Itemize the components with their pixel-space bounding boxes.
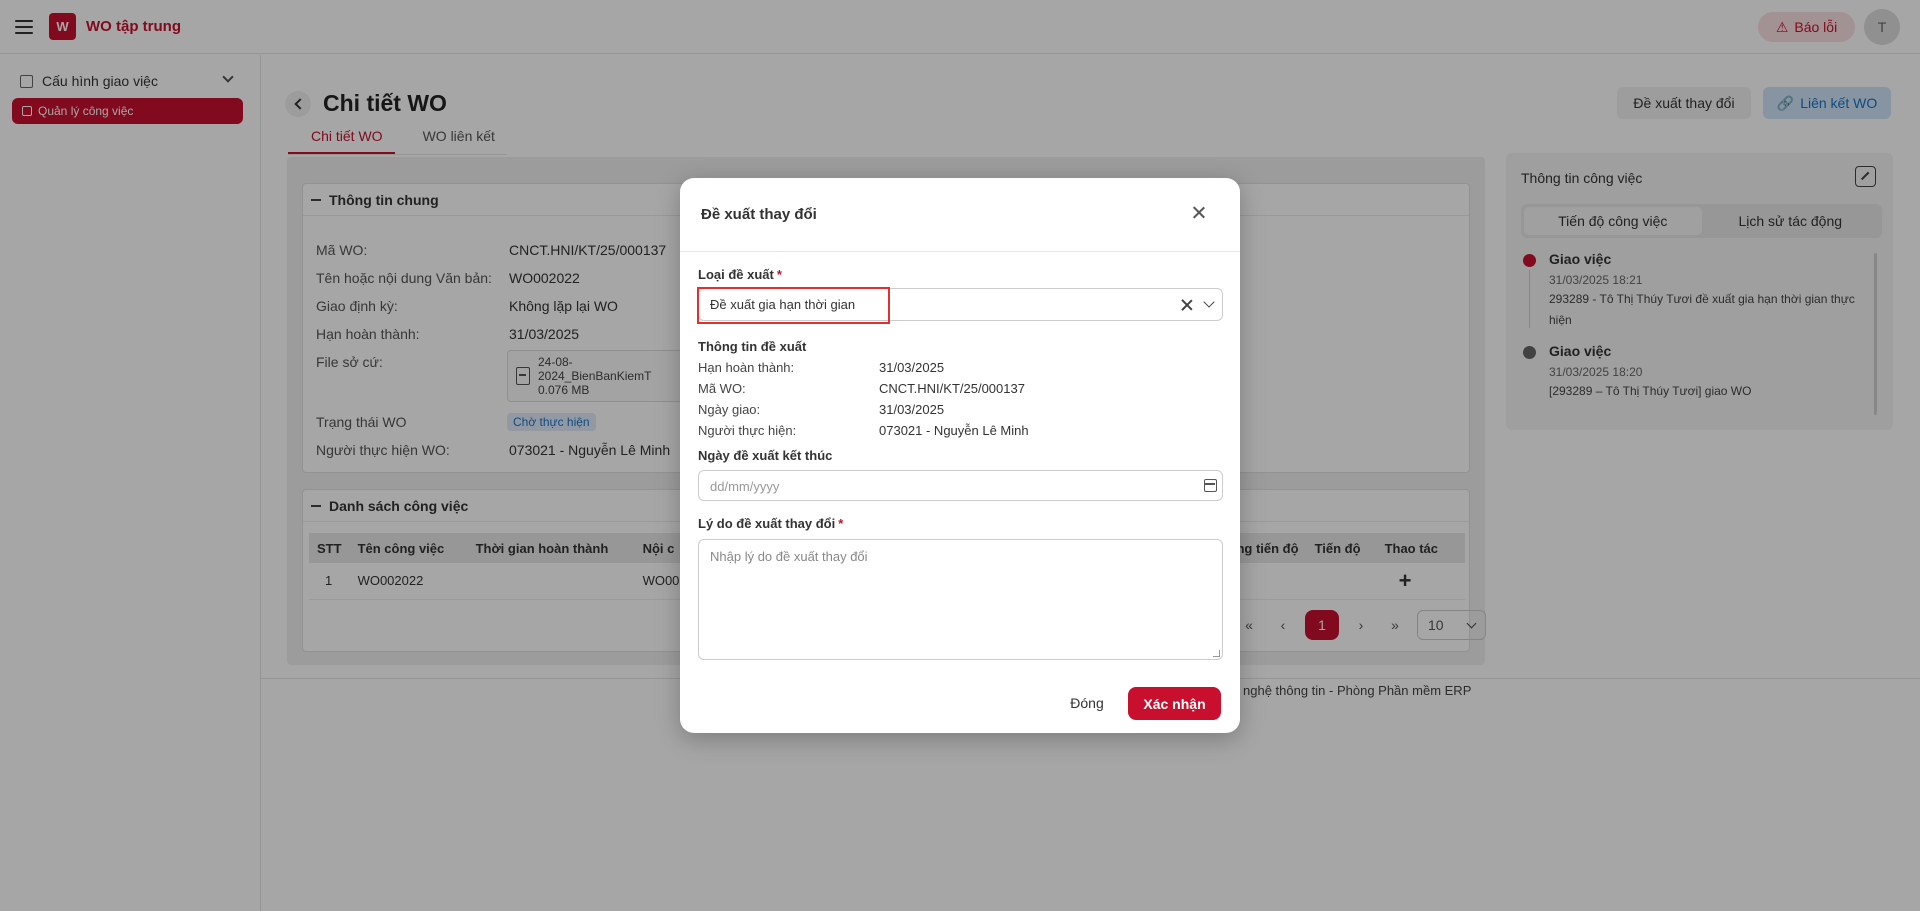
reason-placeholder: Nhập lý do đề xuất thay đổi — [710, 549, 868, 564]
info-value: 31/03/2025 — [879, 360, 945, 375]
end-date-label: Ngày đề xuất kết thúc — [698, 448, 833, 463]
info-label: Người thực hiện: — [698, 423, 797, 438]
info-value: CNCT.HNI/KT/25/000137 — [879, 381, 1025, 396]
end-date-placeholder: dd/mm/yyyy — [710, 479, 780, 494]
clear-icon[interactable] — [1180, 298, 1194, 312]
resize-handle[interactable] — [1213, 650, 1220, 657]
close-icon[interactable] — [1190, 204, 1208, 222]
end-date-field[interactable]: dd/mm/yyyy — [698, 470, 1223, 501]
confirm-button[interactable]: Xác nhận — [1128, 687, 1221, 720]
suggest-type-label: Loại đề xuất * — [698, 267, 782, 282]
highlight-box — [697, 287, 890, 324]
close-button[interactable]: Đóng — [1062, 688, 1112, 718]
info-label: Ngày giao: — [698, 402, 761, 417]
info-label: Mã WO: — [698, 381, 746, 396]
suggest-change-dialog: Đề xuất thay đổi Loại đề xuất * Đề xuất g… — [680, 178, 1240, 733]
chevron-down-icon — [1203, 296, 1215, 308]
calendar-icon[interactable] — [1204, 479, 1217, 492]
info-label: Hạn hoàn thành: — [698, 360, 795, 375]
dialog-title: Đề xuất thay đổi — [701, 206, 817, 223]
info-value: 31/03/2025 — [879, 402, 945, 417]
suggest-info-title: Thông tin đề xuất — [698, 339, 807, 354]
info-value: 073021 - Nguyễn Lê Minh — [879, 423, 1029, 438]
divider — [680, 251, 1240, 252]
reason-label: Lý do đề xuất thay đổi * — [698, 516, 844, 531]
reason-textarea[interactable]: Nhập lý do đề xuất thay đổi — [698, 539, 1223, 660]
